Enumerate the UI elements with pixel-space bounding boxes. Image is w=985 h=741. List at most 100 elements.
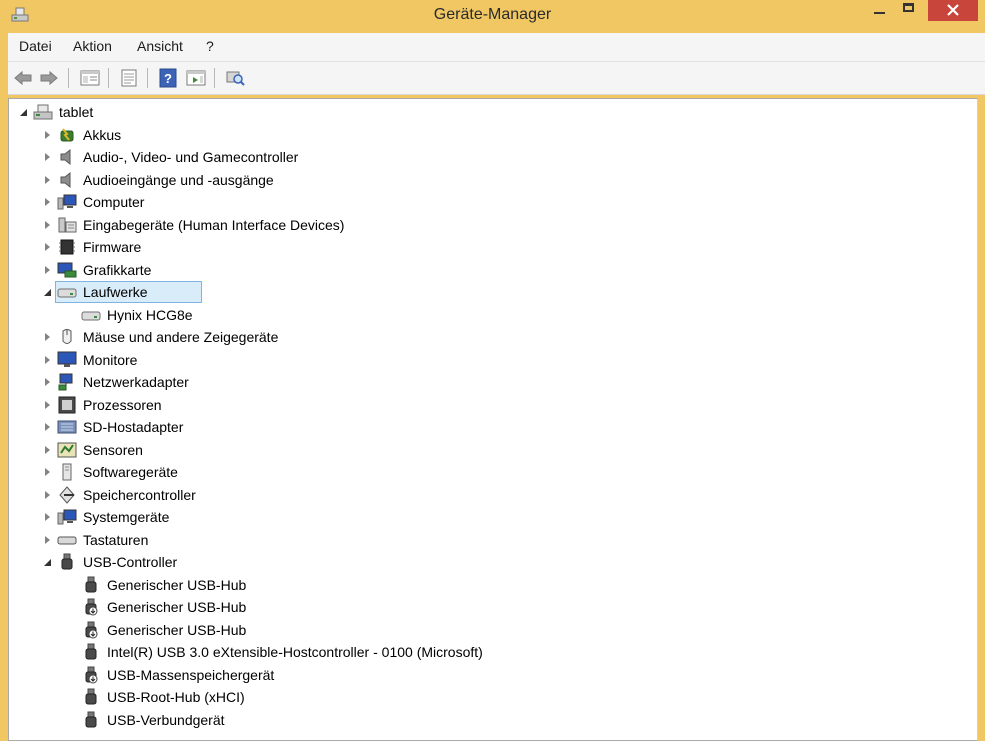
collapse-arrow-icon[interactable]: [43, 281, 53, 303]
tree-category[interactable]: SD-Hostadapter: [43, 416, 909, 438]
expand-arrow-icon[interactable]: [43, 506, 53, 528]
expand-arrow-icon[interactable]: [43, 349, 53, 371]
tree-category[interactable]: Monitore: [43, 349, 909, 371]
expand-arrow-icon[interactable]: [43, 326, 53, 348]
tree-device-label: USB-Root-Hub (xHCI): [107, 689, 245, 705]
expand-arrow-icon[interactable]: [43, 259, 53, 281]
tree-category-label: Audio-, Video- und Gamecontroller: [83, 149, 299, 165]
tree-category[interactable]: Softwaregeräte: [43, 461, 909, 483]
expand-arrow-icon[interactable]: [43, 371, 53, 393]
tree-root-tablet[interactable]: tablet: [19, 101, 909, 123]
network-icon: [57, 373, 77, 391]
display-adapter-icon: [57, 261, 77, 279]
firmware-icon: [57, 238, 77, 256]
usb-icon: [81, 576, 101, 594]
device-tree[interactable]: tablet Akkus Audio-, Video- und Gamecontro…: [8, 98, 978, 741]
tree-category[interactable]: Speichercontroller: [43, 484, 909, 506]
toolbar-separator: [108, 68, 109, 88]
tree-category-label: Audioeingänge und -ausgänge: [83, 171, 274, 188]
sensor-icon: [57, 441, 77, 459]
tree-category[interactable]: Tastaturen: [43, 529, 909, 551]
menu-datei[interactable]: Datei: [19, 38, 52, 54]
tree-category-label: Systemgeräte: [83, 509, 170, 525]
menu-aktion[interactable]: Aktion: [73, 38, 112, 54]
toolbar-separator: [147, 68, 148, 88]
tree-category-label: Firmware: [83, 239, 142, 255]
keyboard-icon: [57, 531, 77, 549]
tree-category-label: Grafikkarte: [83, 261, 152, 278]
expand-arrow-icon[interactable]: [43, 484, 53, 506]
properties-icon[interactable]: [118, 67, 140, 89]
tree-device[interactable]: Intel(R) USB 3.0 eXtensible-Hostcontroll…: [67, 641, 909, 663]
tree-category-label: Netzwerkadapter: [83, 374, 189, 390]
computer-root-icon: [33, 103, 53, 121]
tree-category[interactable]: Audioeingänge und -ausgänge: [43, 169, 909, 191]
scan-hardware-icon[interactable]: [224, 67, 246, 89]
menu-ansicht[interactable]: Ansicht: [137, 38, 183, 54]
tree-device[interactable]: Generischer USB-Hub: [67, 619, 909, 641]
close-button[interactable]: [928, 0, 978, 21]
maximize-button[interactable]: [896, 0, 922, 21]
toolbar-separator: [68, 68, 69, 88]
tree-device-label: Generischer USB-Hub: [107, 621, 247, 638]
tree-device-label: Generischer USB-Hub: [107, 576, 247, 593]
tree-category[interactable]: Prozessoren: [43, 394, 909, 416]
tree-device[interactable]: USB-Massenspeichergerät: [67, 664, 909, 686]
title-bar: Geräte-Manager: [0, 0, 985, 30]
back-icon[interactable]: [12, 67, 34, 89]
storage-controller-icon: [57, 486, 77, 504]
forward-icon[interactable]: [38, 67, 60, 89]
tree-device-label: Hynix HCG8e: [107, 306, 193, 323]
expand-arrow-icon[interactable]: [43, 529, 53, 551]
tree-category[interactable]: Netzwerkadapter: [43, 371, 909, 393]
expand-arrow-icon[interactable]: [43, 439, 53, 461]
expand-arrow-icon[interactable]: [43, 236, 53, 258]
tree-category[interactable]: Eingabegeräte (Human Interface Devices): [43, 214, 909, 236]
tree-category[interactable]: USB-Controller: [43, 551, 909, 573]
mouse-icon: [57, 328, 77, 346]
tree-device-label: Intel(R) USB 3.0 eXtensible-Hostcontroll…: [107, 644, 483, 660]
tree-device[interactable]: USB-Verbundgerät: [67, 709, 909, 731]
computer-icon: [57, 508, 77, 526]
minimize-button[interactable]: [866, 0, 892, 21]
toolbar: ?: [8, 62, 985, 95]
tree-category[interactable]: Computer: [43, 191, 909, 213]
computer-icon: [57, 193, 77, 211]
tree-category[interactable]: Sensoren: [43, 439, 909, 461]
action-pane-icon[interactable]: [185, 67, 207, 89]
tree-category-label: Softwaregeräte: [83, 464, 178, 480]
tree-category[interactable]: Akkus: [43, 124, 909, 146]
expand-arrow-icon[interactable]: [43, 461, 53, 483]
tree-category[interactable]: Laufwerke: [43, 281, 909, 303]
tree-device[interactable]: Generischer USB-Hub: [67, 574, 909, 596]
svg-text:?: ?: [164, 71, 172, 86]
tree-category[interactable]: Grafikkarte: [43, 259, 909, 281]
show-hide-tree-icon[interactable]: [79, 67, 101, 89]
tree-category-label: USB-Controller: [83, 554, 178, 570]
speaker-icon: [57, 171, 77, 189]
expand-arrow-icon[interactable]: [43, 124, 53, 146]
tree-category-label: Speichercontroller: [83, 486, 196, 503]
help-icon[interactable]: ?: [157, 67, 179, 89]
tree-device[interactable]: Generischer USB-Hub: [67, 596, 909, 618]
expand-arrow-icon[interactable]: [43, 394, 53, 416]
tree-category[interactable]: Systemgeräte: [43, 506, 909, 528]
tree-device-label: USB-Massenspeichergerät: [107, 666, 275, 683]
tree-category-label: Computer: [83, 194, 145, 210]
expand-arrow-icon[interactable]: [43, 214, 53, 236]
tree-category[interactable]: Firmware: [43, 236, 909, 258]
monitor-icon: [57, 351, 77, 369]
tree-category[interactable]: Mäuse und andere Zeigegeräte: [43, 326, 909, 348]
tree-category[interactable]: Audio-, Video- und Gamecontroller: [43, 146, 909, 168]
expand-arrow-icon[interactable]: [43, 146, 53, 168]
tree-device-label: USB-Verbundgerät: [107, 711, 225, 728]
collapse-arrow-icon[interactable]: [43, 551, 53, 573]
menu-help[interactable]: ?: [206, 38, 214, 54]
tree-category-label: Mäuse und andere Zeigegeräte: [83, 329, 279, 345]
expand-arrow-icon[interactable]: [43, 169, 53, 191]
expand-arrow-icon[interactable]: [43, 416, 53, 438]
tree-device[interactable]: USB-Root-Hub (xHCI): [67, 686, 909, 708]
tree-device[interactable]: Hynix HCG8e: [67, 304, 909, 326]
collapse-arrow-icon[interactable]: [19, 101, 29, 123]
expand-arrow-icon[interactable]: [43, 191, 53, 213]
